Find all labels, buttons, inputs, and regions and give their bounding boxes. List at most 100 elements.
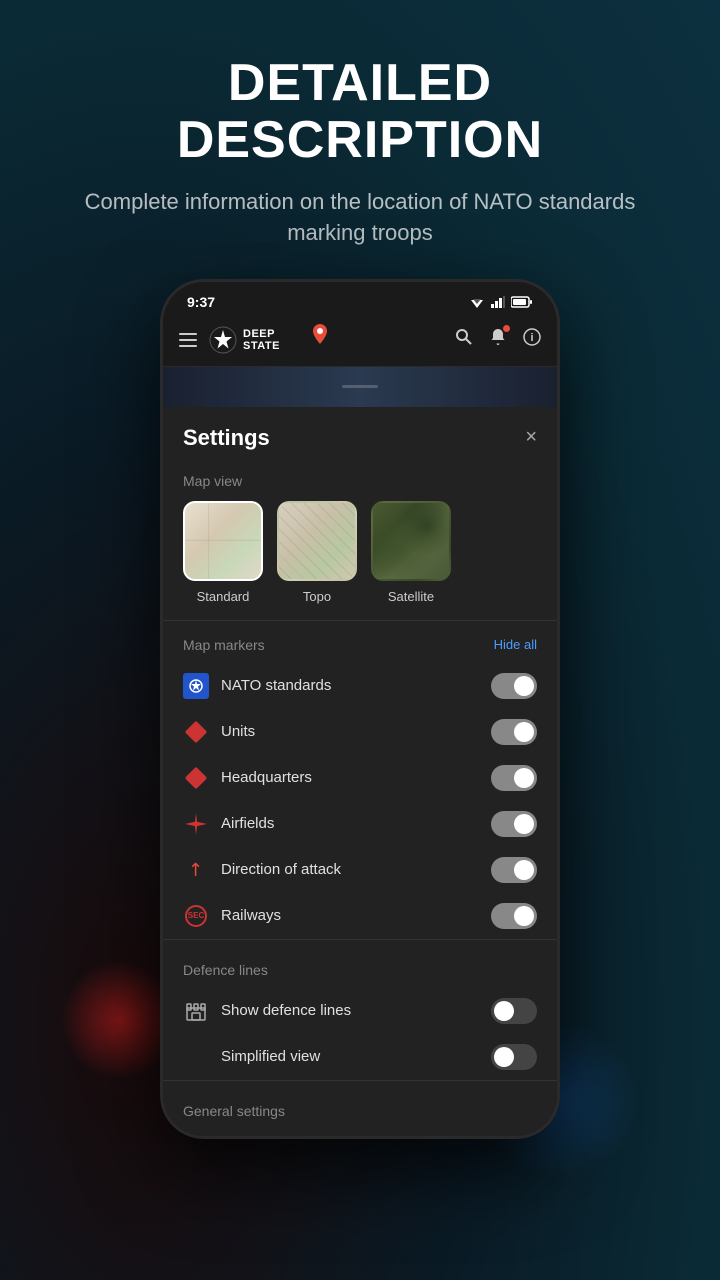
hq-toggle[interactable] [491,765,537,791]
airfields-toggle[interactable] [491,811,537,837]
railway-icon: SEC [183,903,209,929]
show-defence-row: Show defence lines [163,988,557,1034]
title-line2: DESCRIPTION [177,111,543,169]
map-preview-area [280,324,455,356]
settings-header: Settings × [163,407,557,465]
units-diamond [185,721,208,744]
airfield-icon [183,811,209,837]
airfields-row: Airfields [163,801,557,847]
settings-title: Settings [183,425,270,451]
topo-thumbnail [277,501,357,581]
airfields-label: Airfields [221,815,274,832]
close-button[interactable]: × [525,426,537,449]
airfields-left: Airfields [183,811,274,837]
search-button[interactable] [455,328,473,351]
search-icon [455,328,473,346]
show-defence-label: Show defence lines [221,1002,351,1019]
hq-label: Headquarters [221,769,312,786]
defence-label: Defence lines [183,962,268,978]
subtitle: Complete information on the location of … [60,187,660,249]
nato-left: NATO standards [183,673,331,699]
general-section-header: General settings [163,1089,557,1129]
direction-icon: ↗ [183,857,209,883]
simplified-row: Simplified view [163,1034,557,1080]
nato-label: NATO standards [221,677,331,694]
hamburger-line [179,339,197,341]
map-thumb-satellite[interactable]: Satellite [371,501,451,604]
page: DETAILED DESCRIPTION Complete informatio… [0,0,720,1280]
map-pin-icon [310,324,330,348]
map-thumb-topo[interactable]: Topo [277,501,357,604]
attack-arrow-icon: ↗ [183,857,209,883]
show-defence-toggle[interactable] [491,998,537,1024]
phone-frame: 9:37 [160,279,560,1139]
satellite-thumbnail [371,501,451,581]
simplified-left: Simplified view [183,1048,320,1065]
wifi-icon [469,296,485,308]
status-time: 9:37 [187,294,215,310]
satellite-label: Satellite [388,589,434,604]
info-button[interactable]: i [523,328,541,351]
nato-toggle[interactable] [491,673,537,699]
hamburger-line [179,333,197,335]
railways-label: Railways [221,907,281,924]
toggle-knob [514,768,534,788]
info-icon: i [523,328,541,346]
units-toggle[interactable] [491,719,537,745]
defence-section-header: Defence lines [163,948,557,988]
status-icons [469,296,533,308]
hq-left: Headquarters [183,765,312,791]
toggle-knob [494,1001,514,1021]
hamburger-menu[interactable] [179,333,197,347]
topo-label: Topo [303,589,331,604]
castle-icon [183,998,209,1024]
nato-icon [183,673,209,699]
railway-shape: SEC [185,905,207,927]
app-bar-left: DEEPSTATE [179,326,280,354]
nato-badge [183,673,209,699]
map-markers-label: Map markers [183,637,265,653]
title-line1: DETAILED [228,54,492,112]
simplified-toggle[interactable] [491,1044,537,1070]
toggle-knob [514,722,534,742]
map-strip-handle[interactable] [342,385,378,388]
map-views: Standard Topo Satellite [163,501,557,620]
direction-toggle[interactable] [491,857,537,883]
toggle-knob [514,860,534,880]
app-name: DEEPSTATE [243,328,280,352]
toggle-knob [514,676,534,696]
units-label: Units [221,723,255,740]
app-bar: DEEPSTATE [163,318,557,367]
standard-label: Standard [197,589,250,604]
nato-star-icon [188,678,204,694]
map-strip [163,367,557,407]
header-section: DETAILED DESCRIPTION Complete informatio… [0,0,720,269]
notification-badge [503,325,510,332]
hq-row: Headquarters [163,755,557,801]
divider-1 [163,620,557,621]
divider-2 [163,939,557,940]
main-title: DETAILED DESCRIPTION [60,55,660,169]
nato-row: NATO standards [163,663,557,709]
units-left: Units [183,719,255,745]
units-row: Units [163,709,557,755]
hq-icon [183,765,209,791]
toggle-knob [494,1047,514,1067]
phone-camera [353,296,367,310]
notification-button[interactable] [489,328,507,351]
logo-star-icon [209,326,237,354]
standard-thumbnail [183,501,263,581]
toggle-knob [514,906,534,926]
direction-row: ↗ Direction of attack [163,847,557,893]
direction-label: Direction of attack [221,861,341,878]
general-settings-label: General settings [183,1103,285,1119]
phone-screen: 9:37 [163,282,557,1136]
railways-toggle[interactable] [491,903,537,929]
hq-diamond [185,767,208,790]
map-view-label: Map view [163,465,557,501]
settings-panel: Settings × Map view Standard Topo [163,407,557,1136]
map-thumb-standard[interactable]: Standard [183,501,263,604]
direction-left: ↗ Direction of attack [183,857,341,883]
hide-all-button[interactable]: Hide all [494,637,537,652]
railways-left: SEC Railways [183,903,281,929]
